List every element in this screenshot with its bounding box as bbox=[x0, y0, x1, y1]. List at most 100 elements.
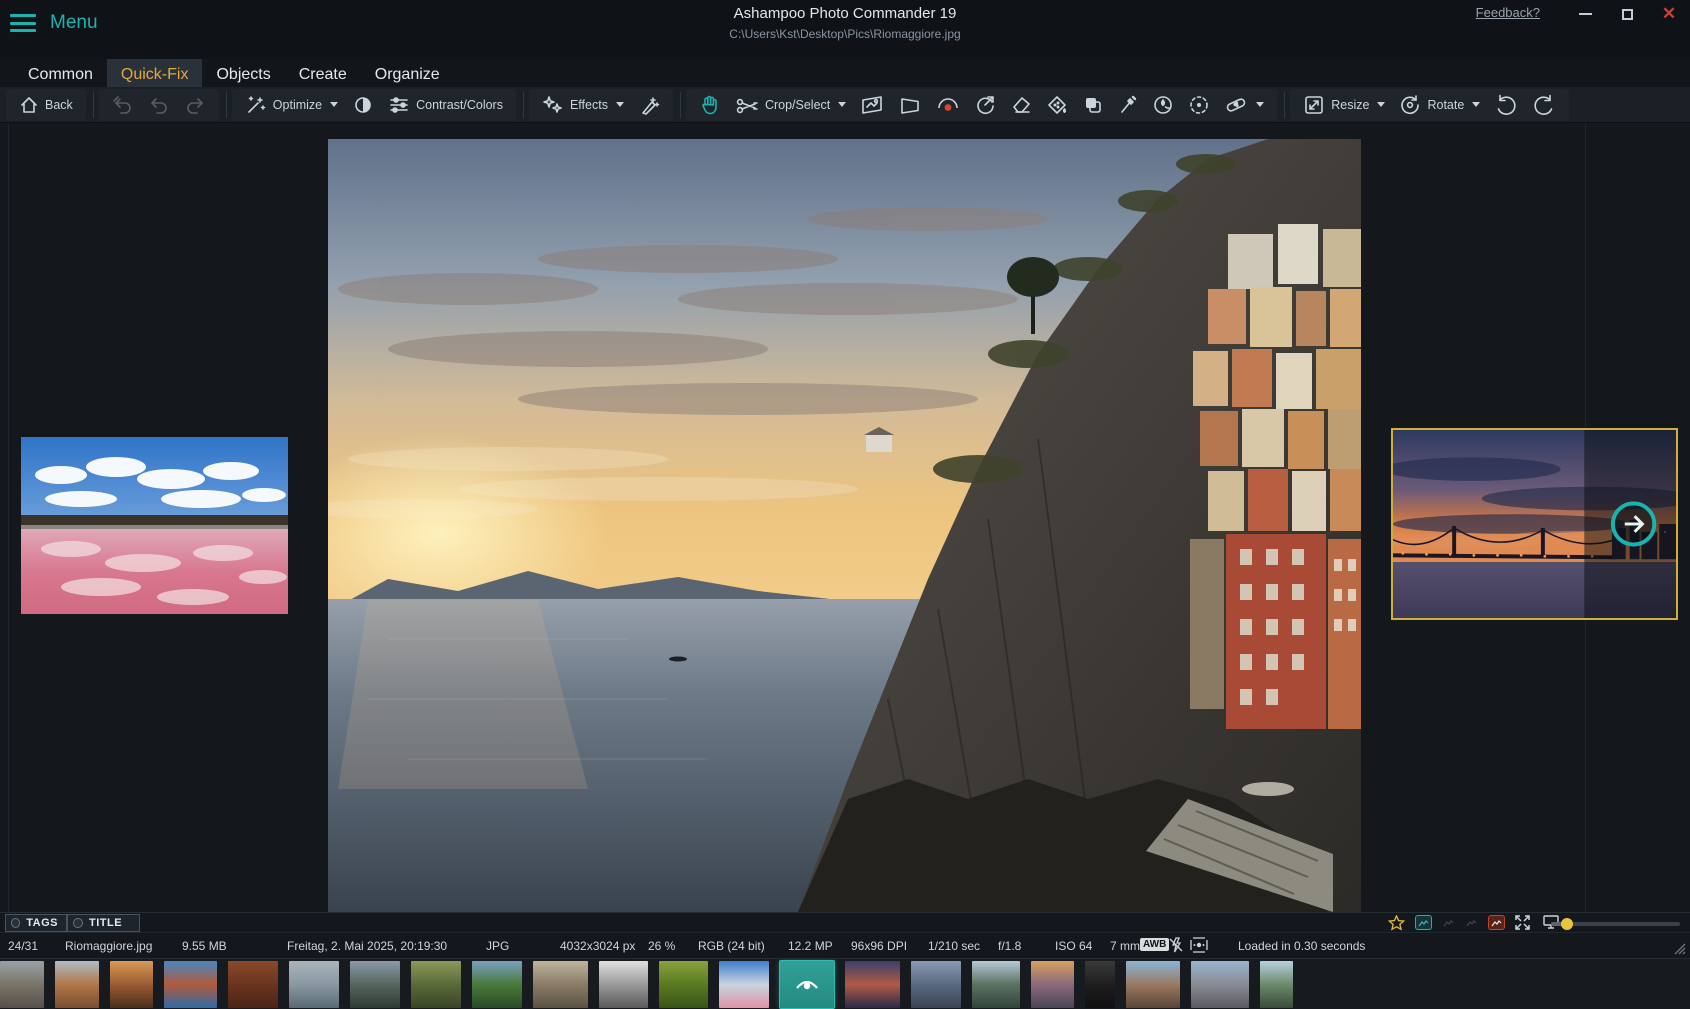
tags-radio-icon bbox=[11, 918, 20, 928]
zoom-slider-knob[interactable] bbox=[1561, 918, 1573, 930]
main-menu-button[interactable]: Menu bbox=[10, 12, 98, 34]
tab-organize[interactable]: Organize bbox=[361, 59, 454, 87]
status-filesize: 9.55 MB bbox=[182, 939, 227, 953]
view-mode-original-icon[interactable] bbox=[1488, 915, 1505, 930]
filmstrip-thumb-cliff-houses[interactable] bbox=[533, 961, 588, 1008]
tab-create[interactable]: Create bbox=[285, 59, 361, 87]
effects-button[interactable]: Effects bbox=[535, 90, 631, 120]
app-title: Ashampoo Photo Commander 19 bbox=[0, 5, 1690, 22]
color-picker-button[interactable] bbox=[1111, 90, 1145, 120]
tags-label: TAGS bbox=[26, 917, 58, 929]
hamburger-icon bbox=[10, 14, 36, 32]
auto-contrast-button[interactable] bbox=[345, 90, 381, 120]
image-canvas[interactable] bbox=[0, 123, 1690, 912]
filmstrip-thumb-mountain-lake-village[interactable] bbox=[911, 961, 961, 1008]
rotate-label: Rotate bbox=[1427, 98, 1464, 112]
previous-image-preview[interactable] bbox=[21, 437, 288, 614]
main-photo-riomaggiore[interactable] bbox=[328, 139, 1361, 912]
resize-button[interactable]: Resize bbox=[1296, 90, 1392, 120]
resize-icon bbox=[1303, 94, 1325, 116]
filmstrip-thumb-decorative-plates[interactable] bbox=[228, 961, 278, 1008]
filmstrip-thumb-waterfront-houses[interactable] bbox=[164, 961, 217, 1008]
maximize-button[interactable] bbox=[1614, 3, 1640, 25]
bandage-icon bbox=[1224, 94, 1248, 116]
blur-spot-button[interactable] bbox=[1181, 90, 1217, 120]
back-button[interactable]: Back bbox=[12, 90, 80, 120]
optimize-button[interactable]: Optimize bbox=[238, 90, 345, 120]
pan-tool-button[interactable] bbox=[692, 90, 728, 120]
effect-brush-button[interactable] bbox=[631, 90, 667, 120]
status-frame-index: 24/31 bbox=[8, 939, 38, 953]
red-eye-button[interactable] bbox=[929, 90, 967, 120]
home-icon bbox=[19, 95, 39, 115]
redo-button[interactable] bbox=[177, 90, 213, 120]
zoom-slider[interactable] bbox=[1551, 922, 1680, 926]
filmstrip-thumb-lily-pads[interactable] bbox=[659, 961, 708, 1008]
filmstrip-thumb-tre-cime-peaks[interactable] bbox=[1191, 961, 1249, 1008]
filmstrip-thumb-circular-courtyard[interactable] bbox=[1126, 961, 1180, 1008]
next-arrow-icon bbox=[1613, 503, 1654, 544]
filmstrip[interactable] bbox=[0, 958, 1690, 1009]
minimize-button[interactable] bbox=[1572, 3, 1598, 25]
perspective-icon bbox=[898, 94, 922, 116]
tab-quick-fix[interactable]: Quick-Fix bbox=[107, 59, 203, 87]
filmstrip-thumb-autumn-city-sunset[interactable] bbox=[110, 961, 153, 1008]
filmstrip-thumb-castle-town[interactable] bbox=[55, 961, 99, 1008]
undo-all-button[interactable] bbox=[105, 90, 141, 120]
filmstrip-thumb-cathedral-bw[interactable] bbox=[599, 961, 648, 1008]
fill-button[interactable] bbox=[1039, 90, 1075, 120]
pink-lake-art bbox=[21, 437, 288, 614]
title-toggle[interactable]: TITLE bbox=[67, 914, 140, 932]
filmstrip-thumb-tree-branches[interactable] bbox=[411, 961, 461, 1008]
filmstrip-thumb-mountain-ruins[interactable] bbox=[0, 961, 44, 1008]
filmstrip-thumb-dark-portrait[interactable] bbox=[1085, 961, 1115, 1008]
filmstrip-thumb-current-image-riomaggiore[interactable] bbox=[780, 961, 834, 1008]
resize-grip[interactable] bbox=[1672, 941, 1686, 955]
view-mode-3-icon[interactable] bbox=[1463, 915, 1480, 930]
eyedropper-icon bbox=[1118, 94, 1138, 116]
menu-label: Menu bbox=[50, 12, 98, 34]
tab-objects[interactable]: Objects bbox=[202, 59, 284, 87]
awb-badge: AWB bbox=[1140, 938, 1169, 951]
paint-bucket-icon bbox=[1046, 94, 1068, 116]
undo-button[interactable] bbox=[141, 90, 177, 120]
current-file-path: C:\Users\Kst\Desktop\Pics\Riomaggiore.jp… bbox=[0, 27, 1690, 41]
red-eye-icon bbox=[936, 94, 960, 116]
view-mode-2-icon[interactable] bbox=[1440, 915, 1457, 930]
perspective-button[interactable] bbox=[891, 90, 929, 120]
filmstrip-thumb-kirkjufell-waterfall[interactable] bbox=[350, 961, 400, 1008]
metering-pattern-icon bbox=[1190, 937, 1208, 956]
filmstrip-thumb-bled-island-reflection[interactable] bbox=[972, 961, 1020, 1008]
chevron-down-icon bbox=[330, 102, 338, 107]
filmstrip-thumb-sunset-clouds[interactable] bbox=[1031, 961, 1074, 1008]
ribbon-tabs: Common Quick-Fix Objects Create Organize bbox=[0, 59, 1690, 87]
contrast-colors-button[interactable]: Contrast/Colors bbox=[381, 90, 510, 120]
rotate-right-button[interactable] bbox=[1525, 90, 1563, 120]
tags-toggle[interactable]: TAGS bbox=[5, 914, 67, 932]
healing-button[interactable] bbox=[1217, 90, 1271, 120]
eraser-button[interactable] bbox=[1003, 90, 1039, 120]
bottom-toggle-bar: TAGS TITLE bbox=[0, 912, 1690, 932]
straighten-button[interactable] bbox=[853, 90, 891, 120]
clone-stamp-button[interactable] bbox=[1075, 90, 1111, 120]
clone-arrow-button[interactable] bbox=[967, 90, 1003, 120]
smudge-button[interactable] bbox=[1145, 90, 1181, 120]
eraser-icon bbox=[1010, 94, 1032, 116]
status-dimensions: 4032x3024 px bbox=[560, 939, 635, 953]
tab-common[interactable]: Common bbox=[14, 59, 107, 87]
filmstrip-thumb-narrow-waterfall[interactable] bbox=[1260, 961, 1293, 1008]
filmstrip-thumb-bay-bridge-sunset[interactable] bbox=[845, 961, 900, 1008]
close-button[interactable]: ✕ bbox=[1656, 3, 1682, 25]
chevron-down-icon bbox=[1472, 102, 1480, 107]
feedback-link[interactable]: Feedback? bbox=[1476, 5, 1540, 20]
filmstrip-thumb-torii-gate-lake[interactable] bbox=[289, 961, 339, 1008]
view-mode-fit-icon[interactable] bbox=[1415, 915, 1432, 930]
contrast-icon bbox=[352, 94, 374, 116]
filmstrip-thumb-pink-lake[interactable] bbox=[719, 961, 769, 1008]
rotate-button[interactable]: Rotate bbox=[1392, 90, 1487, 120]
smudge-drop-icon bbox=[1152, 94, 1174, 116]
next-image-preview[interactable] bbox=[1391, 428, 1678, 620]
rotate-left-button[interactable] bbox=[1487, 90, 1525, 120]
filmstrip-thumb-green-valley-aerial[interactable] bbox=[472, 961, 522, 1008]
crop-select-button[interactable]: Crop/Select bbox=[728, 90, 853, 120]
